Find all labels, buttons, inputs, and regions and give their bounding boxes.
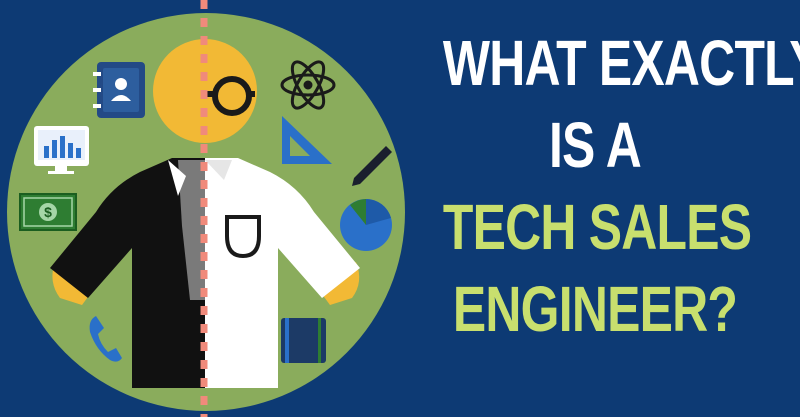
svg-text:$: $	[44, 204, 52, 220]
contact-book-icon	[93, 62, 145, 118]
dollar-bill-icon: $	[19, 193, 77, 231]
headline-line-1: WHAT EXACTLY	[442, 27, 800, 99]
headline-line-4: ENGINEER?	[452, 273, 738, 345]
headline-line-2: IS A	[548, 109, 642, 181]
notebook-icon	[281, 318, 326, 363]
headline-line-3: TECH SALES	[442, 191, 752, 263]
headline: WHAT EXACTLY IS A TECH SALES ENGINEER?	[442, 22, 800, 350]
pie-chart-icon	[340, 199, 392, 251]
